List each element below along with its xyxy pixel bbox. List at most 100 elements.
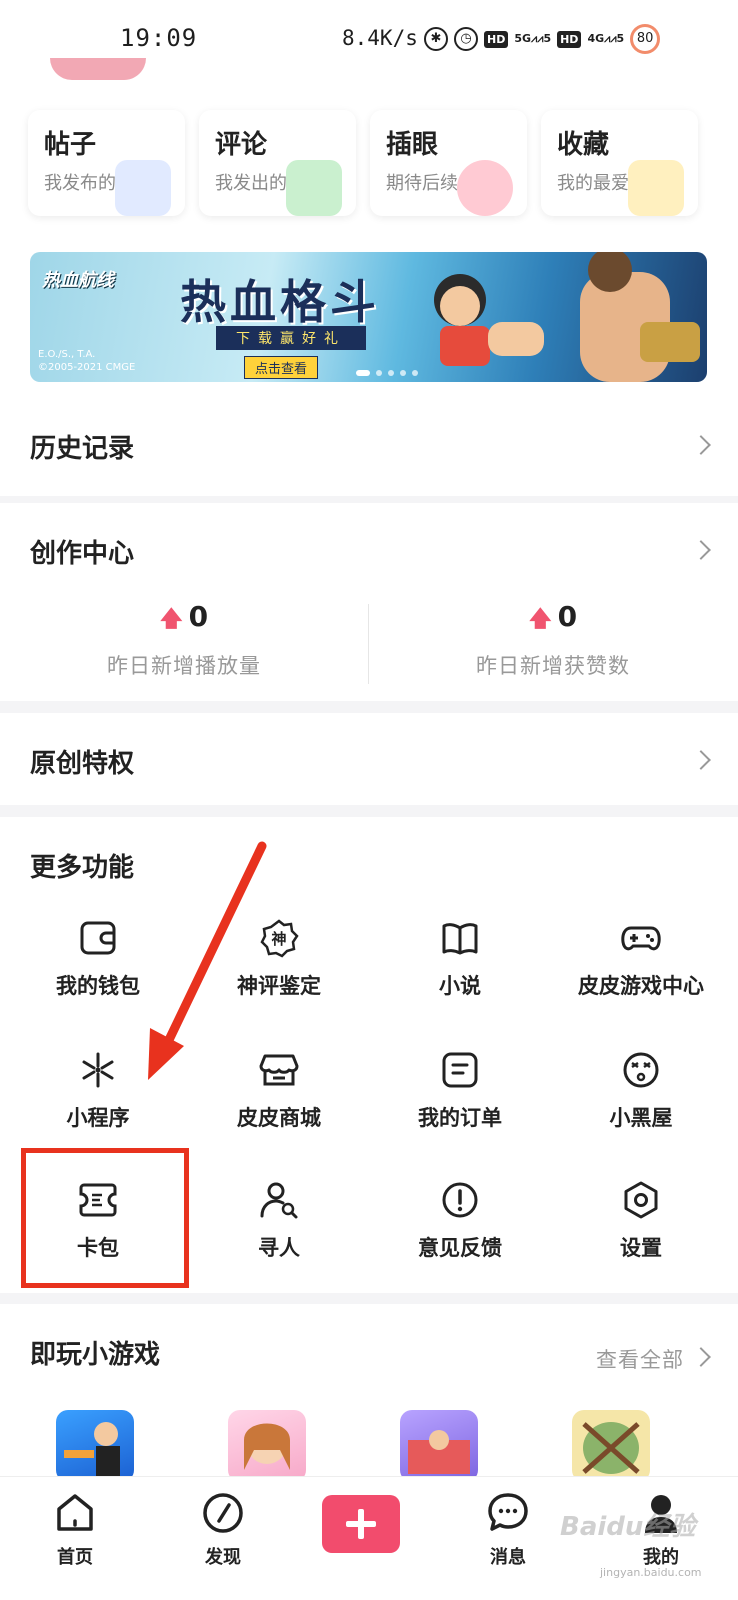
card-posts[interactable]: 帖子 我发布的 [28,110,185,216]
stat-likes[interactable]: 🡅 0 昨日新增获赞数 [369,600,737,680]
hd-icon: HD [484,30,509,48]
hd-icon-2: HD [557,30,582,48]
arrow-up-icon: 🡅 [159,607,183,632]
grid-label: 设置 [620,1236,662,1260]
grid-item-find-person[interactable]: 寻人 [187,1180,371,1262]
tab-label: 首页 [57,1547,93,1568]
posts-decoration-icon [115,160,171,216]
alarm-icon: ◷ [454,27,478,51]
find-person-icon [260,1182,298,1219]
card-title: 收藏 [557,130,610,160]
card-title: 评论 [215,130,268,160]
banner-subtitle: 下载赢好礼 [216,326,366,350]
store-icon [259,1054,299,1086]
tab-label: 发现 [205,1547,241,1568]
grid-label: 寻人 [258,1236,300,1260]
wallet-icon [80,921,116,955]
mini-program-icon [82,1052,114,1088]
grid-item-novel[interactable]: 小说 [368,918,552,1000]
tab-home[interactable]: 首页 [20,1491,130,1569]
tab-label: 消息 [490,1547,526,1568]
grid-label: 我的钱包 [56,974,140,998]
grid-item-settings[interactable]: 设置 [549,1180,733,1262]
game-thumbnail[interactable] [572,1410,650,1482]
grid-item-divine-comment[interactable]: 神 神评鉴定 [187,918,371,1000]
promo-banner[interactable]: 热血航线 热血格斗 下载赢好礼 点击查看 E.O./S., T.A. ©2005… [30,252,707,382]
see-all-link[interactable]: 查看全部 [596,1344,684,1374]
grid-label: 皮皮游戏中心 [578,974,704,998]
chevron-right-icon[interactable] [691,1347,711,1367]
card-title: 插眼 [386,130,439,160]
gamepad-icon [621,926,661,951]
highlight-box-annotation [21,1148,189,1288]
eye-decoration-icon [457,160,513,216]
game-thumbnail[interactable] [400,1410,478,1482]
original-privilege-row[interactable]: 原创特权 [0,713,738,805]
tab-messages[interactable]: 消息 [453,1491,563,1569]
svg-text:神: 神 [271,930,286,948]
card-bookmarks-eye[interactable]: 插眼 期待后续 [370,110,527,216]
banner-cta[interactable]: 点击查看 [244,356,319,379]
star-decoration-icon [628,160,684,216]
tab-discover[interactable]: 发现 [168,1491,278,1569]
grid-item-game-center[interactable]: 皮皮游戏中心 [549,918,733,1000]
avatar[interactable] [50,58,146,80]
compass-icon [203,1493,243,1533]
history-row[interactable]: 历史记录 [0,396,738,492]
message-icon [488,1493,528,1531]
grid-item-orders[interactable]: 我的订单 [368,1050,552,1132]
game-thumbnail[interactable] [228,1410,306,1482]
card-comments[interactable]: 评论 我发出的 [199,110,356,216]
order-icon [442,1052,478,1088]
stat-plays-value: 0 [188,600,209,633]
watermark-url: jingyan.baidu.com [600,1566,702,1579]
home-icon [57,1494,93,1531]
grid-label: 小黑屋 [609,1106,673,1130]
book-icon [442,923,478,955]
battery-icon: 80 [630,24,661,54]
dizzy-face-icon [623,1052,659,1088]
original-title: 原创特权 [30,749,135,779]
chevron-right-icon [691,435,711,455]
stat-plays[interactable]: 🡅 0 昨日新增播放量 [0,600,368,680]
banner-copyright: E.O./S., T.A. ©2005-2021 CMGE [38,349,136,373]
grid-item-dark-room[interactable]: 小黑屋 [549,1050,733,1132]
history-title: 历史记录 [30,434,135,464]
grid-item-mini-program[interactable]: 小程序 [6,1050,190,1132]
card-title: 帖子 [44,130,97,160]
status-time: 19:09 [120,24,198,52]
arrow-up-icon: 🡅 [528,607,552,632]
game-thumbnail[interactable] [56,1410,134,1482]
settings-icon [624,1181,658,1219]
more-title: 更多功能 [30,853,135,883]
grid-label: 皮皮商城 [237,1106,321,1130]
signal-icon-1: 5G⩘⩘5 [514,32,552,45]
games-title: 即玩小游戏 [30,1340,161,1370]
grid-item-wallet[interactable]: 我的钱包 [6,918,190,1000]
grid-item-feedback[interactable]: 意见反馈 [368,1180,552,1262]
bluetooth-icon: ✱ [424,27,448,51]
banner-logo: 热血航线 [42,270,114,291]
card-favorites[interactable]: 收藏 我的最爱 [541,110,698,216]
banner-pagination [356,370,418,376]
stat-likes-value: 0 [557,600,578,633]
watermark: Baidu经验 [560,1512,696,1542]
grid-label: 神评鉴定 [237,974,321,998]
chevron-right-icon[interactable] [691,540,711,560]
banner-title: 热血格斗 [180,275,380,329]
grid-label: 我的订单 [418,1106,502,1130]
grid-label: 小说 [439,974,481,998]
divine-badge-icon: 神 [260,919,299,958]
status-icons: ✱ ◷ HD 5G⩘⩘5 HD 4G⩘⩘5 80 [424,24,661,54]
quick-cards: 帖子 我发布的 评论 我发出的 插眼 期待后续 收藏 我的最爱 [28,110,708,216]
status-net-speed: 8.4K/s [342,26,418,50]
add-post-button[interactable] [322,1495,400,1553]
creation-title[interactable]: 创作中心 [30,533,134,570]
grid-label: 意见反馈 [418,1236,502,1260]
stat-plays-label: 昨日新增播放量 [107,654,261,678]
grid-item-store[interactable]: 皮皮商城 [187,1050,371,1132]
banner-character-image [434,274,544,366]
banner-fighter-image [580,252,700,382]
feedback-icon [442,1182,478,1218]
comments-decoration-icon [286,160,342,216]
